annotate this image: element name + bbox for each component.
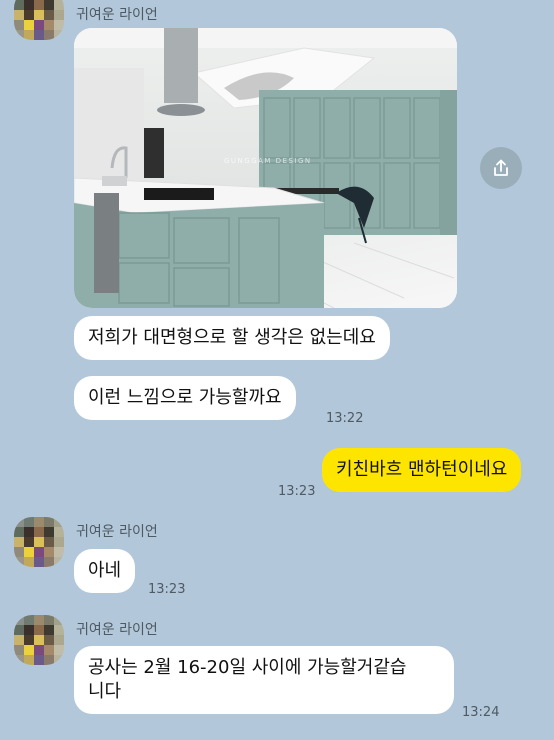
message-time: 13:23 bbox=[278, 484, 316, 499]
my-message-bubble[interactable]: 키친바흐 맨하턴이네요 bbox=[322, 448, 522, 492]
message-line: 니다 bbox=[88, 681, 122, 702]
message-bubble[interactable]: 아네 bbox=[74, 549, 136, 593]
message-time: 13:24 bbox=[462, 705, 500, 720]
message-line: 공사는 2월 16-20일 사이에 가능할거같습 bbox=[88, 657, 407, 678]
message-bubble[interactable]: 공사는 2월 16-20일 사이에 가능할거같습 니다 bbox=[74, 646, 454, 714]
avatar[interactable] bbox=[14, 0, 64, 40]
photo-message[interactable]: GUNGGAM DESIGN bbox=[74, 28, 457, 308]
sender-name: 귀여운 라이언 bbox=[76, 622, 158, 638]
message-bubble[interactable]: 이런 느낌으로 가능할까요 bbox=[74, 376, 296, 420]
sender-name: 귀여운 라이언 bbox=[76, 7, 158, 23]
kitchen-photo: GUNGGAM DESIGN bbox=[74, 28, 457, 308]
message-time: 13:22 bbox=[326, 411, 364, 426]
message-bubble[interactable]: 저희가 대면형으로 할 생각은 없는데요 bbox=[74, 316, 390, 360]
sender-name: 귀여운 라이언 bbox=[76, 524, 158, 540]
message-time: 13:23 bbox=[148, 582, 186, 597]
photo-watermark: GUNGGAM DESIGN bbox=[224, 157, 312, 165]
avatar[interactable] bbox=[14, 517, 64, 567]
avatar[interactable] bbox=[14, 615, 64, 665]
share-icon bbox=[494, 159, 508, 176]
share-button[interactable] bbox=[480, 147, 522, 189]
